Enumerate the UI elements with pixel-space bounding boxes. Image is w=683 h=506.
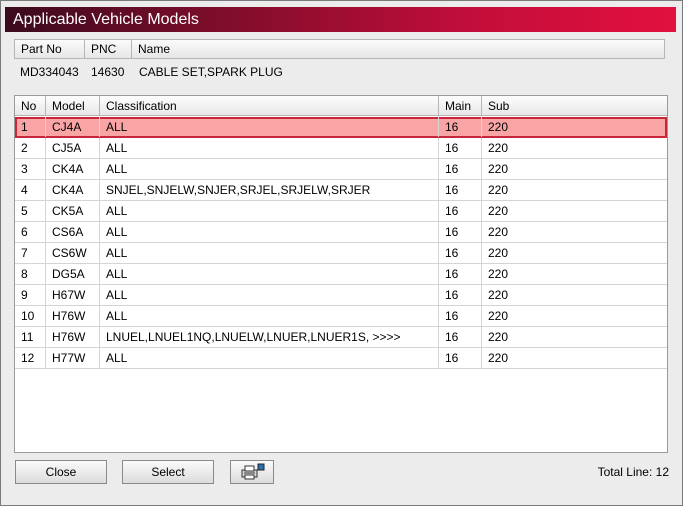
cell-main: 16 [439,243,482,263]
cell-sub: 220 [488,141,509,155]
column-header-model[interactable]: Model [46,96,100,116]
print-button[interactable] [230,460,274,484]
table-row[interactable]: 12 H77W ALL 16 220 [15,348,667,369]
cell-main: 16 [439,159,482,179]
cell-main: 16 [439,264,482,284]
cell-classification: ALL [100,117,439,137]
select-button[interactable]: Select [122,460,214,484]
printer-icon [241,463,265,480]
cell-model: CJ5A [46,138,100,158]
cell-model: CJ4A [46,117,100,137]
cell-main: 16 [439,285,482,305]
column-header-classification[interactable]: Classification [100,96,439,116]
table-row[interactable]: 3 CK4A ALL 16 220 [15,159,667,180]
cell-classification: ALL [100,306,439,326]
table-row[interactable]: 6 CS6A ALL 16 220 [15,222,667,243]
cell-classification: ALL [100,348,439,368]
cell-classification: LNUEL,LNUEL1NQ,LNUELW,LNUER,LNUER1S, >>>… [100,327,439,347]
cell-classification: SNJEL,SNJELW,SNJER,SRJEL,SRJELW,SRJER [100,180,439,200]
cell-no: 9 [15,285,46,305]
cell-sub: 220 [488,246,509,260]
cell-classification: ALL [100,243,439,263]
cell-model: CS6A [46,222,100,242]
table-row[interactable]: 11 H76W LNUEL,LNUEL1NQ,LNUELW,LNUER,LNUER1… [15,327,667,348]
cell-classification: ALL [100,264,439,284]
cell-main: 16 [439,201,482,221]
cell-model: H67W [46,285,100,305]
cell-main: 16 [439,348,482,368]
cell-model: CK4A [46,159,100,179]
cell-no: 10 [15,306,46,326]
pnc-value: 14630 [91,65,125,79]
cell-sub: 220 [488,120,509,134]
column-header-sub[interactable]: Sub [482,96,666,116]
cell-no: 7 [15,243,46,263]
cell-no: 3 [15,159,46,179]
table-row[interactable]: 8 DG5A ALL 16 220 [15,264,667,285]
cell-no: 1 [15,117,46,137]
cell-no: 4 [15,180,46,200]
cell-model: H76W [46,327,100,347]
cell-no: 5 [15,201,46,221]
cell-sub: 220 [488,267,509,281]
cell-sub: 220 [488,204,509,218]
list-header: No Model Classification Main Sub [15,96,667,116]
cell-model: H77W [46,348,100,368]
window-title: Applicable Vehicle Models [5,7,676,32]
cell-main: 16 [439,327,482,347]
cell-classification: ALL [100,201,439,221]
table-row[interactable]: 10 H76W ALL 16 220 [15,306,667,327]
header-pnc: PNC [85,40,132,58]
cell-sub: 220 [488,162,509,176]
cell-sub: 220 [488,351,509,365]
cell-no: 12 [15,348,46,368]
column-header-no[interactable]: No [15,96,46,116]
cell-sub: 220 [488,288,509,302]
cell-sub: 220 [488,183,509,197]
cell-no: 8 [15,264,46,284]
cell-classification: ALL [100,138,439,158]
cell-no: 11 [15,327,46,347]
cell-model: CS6W [46,243,100,263]
cell-classification: ALL [100,159,439,179]
vehicle-model-list[interactable]: No Model Classification Main Sub 1 CJ4A AL… [14,95,668,453]
cell-classification: ALL [100,222,439,242]
table-row[interactable]: 2 CJ5A ALL 16 220 [15,138,667,159]
cell-main: 16 [439,180,482,200]
cell-main: 16 [439,117,482,137]
table-row[interactable]: 5 CK5A ALL 16 220 [15,201,667,222]
part-name-value: CABLE SET,SPARK PLUG [139,65,283,79]
total-line-label: Total Line: 12 [597,465,669,479]
header-name: Name [138,42,171,56]
part-no-value: MD334043 [20,65,79,79]
cell-model: CK4A [46,180,100,200]
cell-no: 2 [15,138,46,158]
cell-main: 16 [439,222,482,242]
header-part-no: Part No [15,40,85,58]
cell-main: 16 [439,138,482,158]
table-row[interactable]: 4 CK4A SNJEL,SNJELW,SNJER,SRJEL,SRJELW,SRJ… [15,180,667,201]
cell-classification: ALL [100,285,439,305]
cell-main: 16 [439,306,482,326]
cell-model: CK5A [46,201,100,221]
applicable-vehicle-models-dialog: Applicable Vehicle Models Part No PNC Na… [0,0,683,506]
part-info-panel: Part No PNC Name MD334043 14630 CABLE SE… [14,39,665,89]
part-info-header: Part No PNC Name [14,39,665,59]
cell-model: DG5A [46,264,100,284]
cell-model: H76W [46,306,100,326]
column-header-main[interactable]: Main [439,96,482,116]
cell-sub: 220 [488,225,509,239]
close-button[interactable]: Close [15,460,107,484]
table-row[interactable]: 1 CJ4A ALL 16 220 [15,117,667,138]
cell-sub: 220 [488,309,509,323]
cell-sub: 220 [488,330,509,344]
table-row[interactable]: 7 CS6W ALL 16 220 [15,243,667,264]
cell-no: 6 [15,222,46,242]
table-row[interactable]: 9 H67W ALL 16 220 [15,285,667,306]
